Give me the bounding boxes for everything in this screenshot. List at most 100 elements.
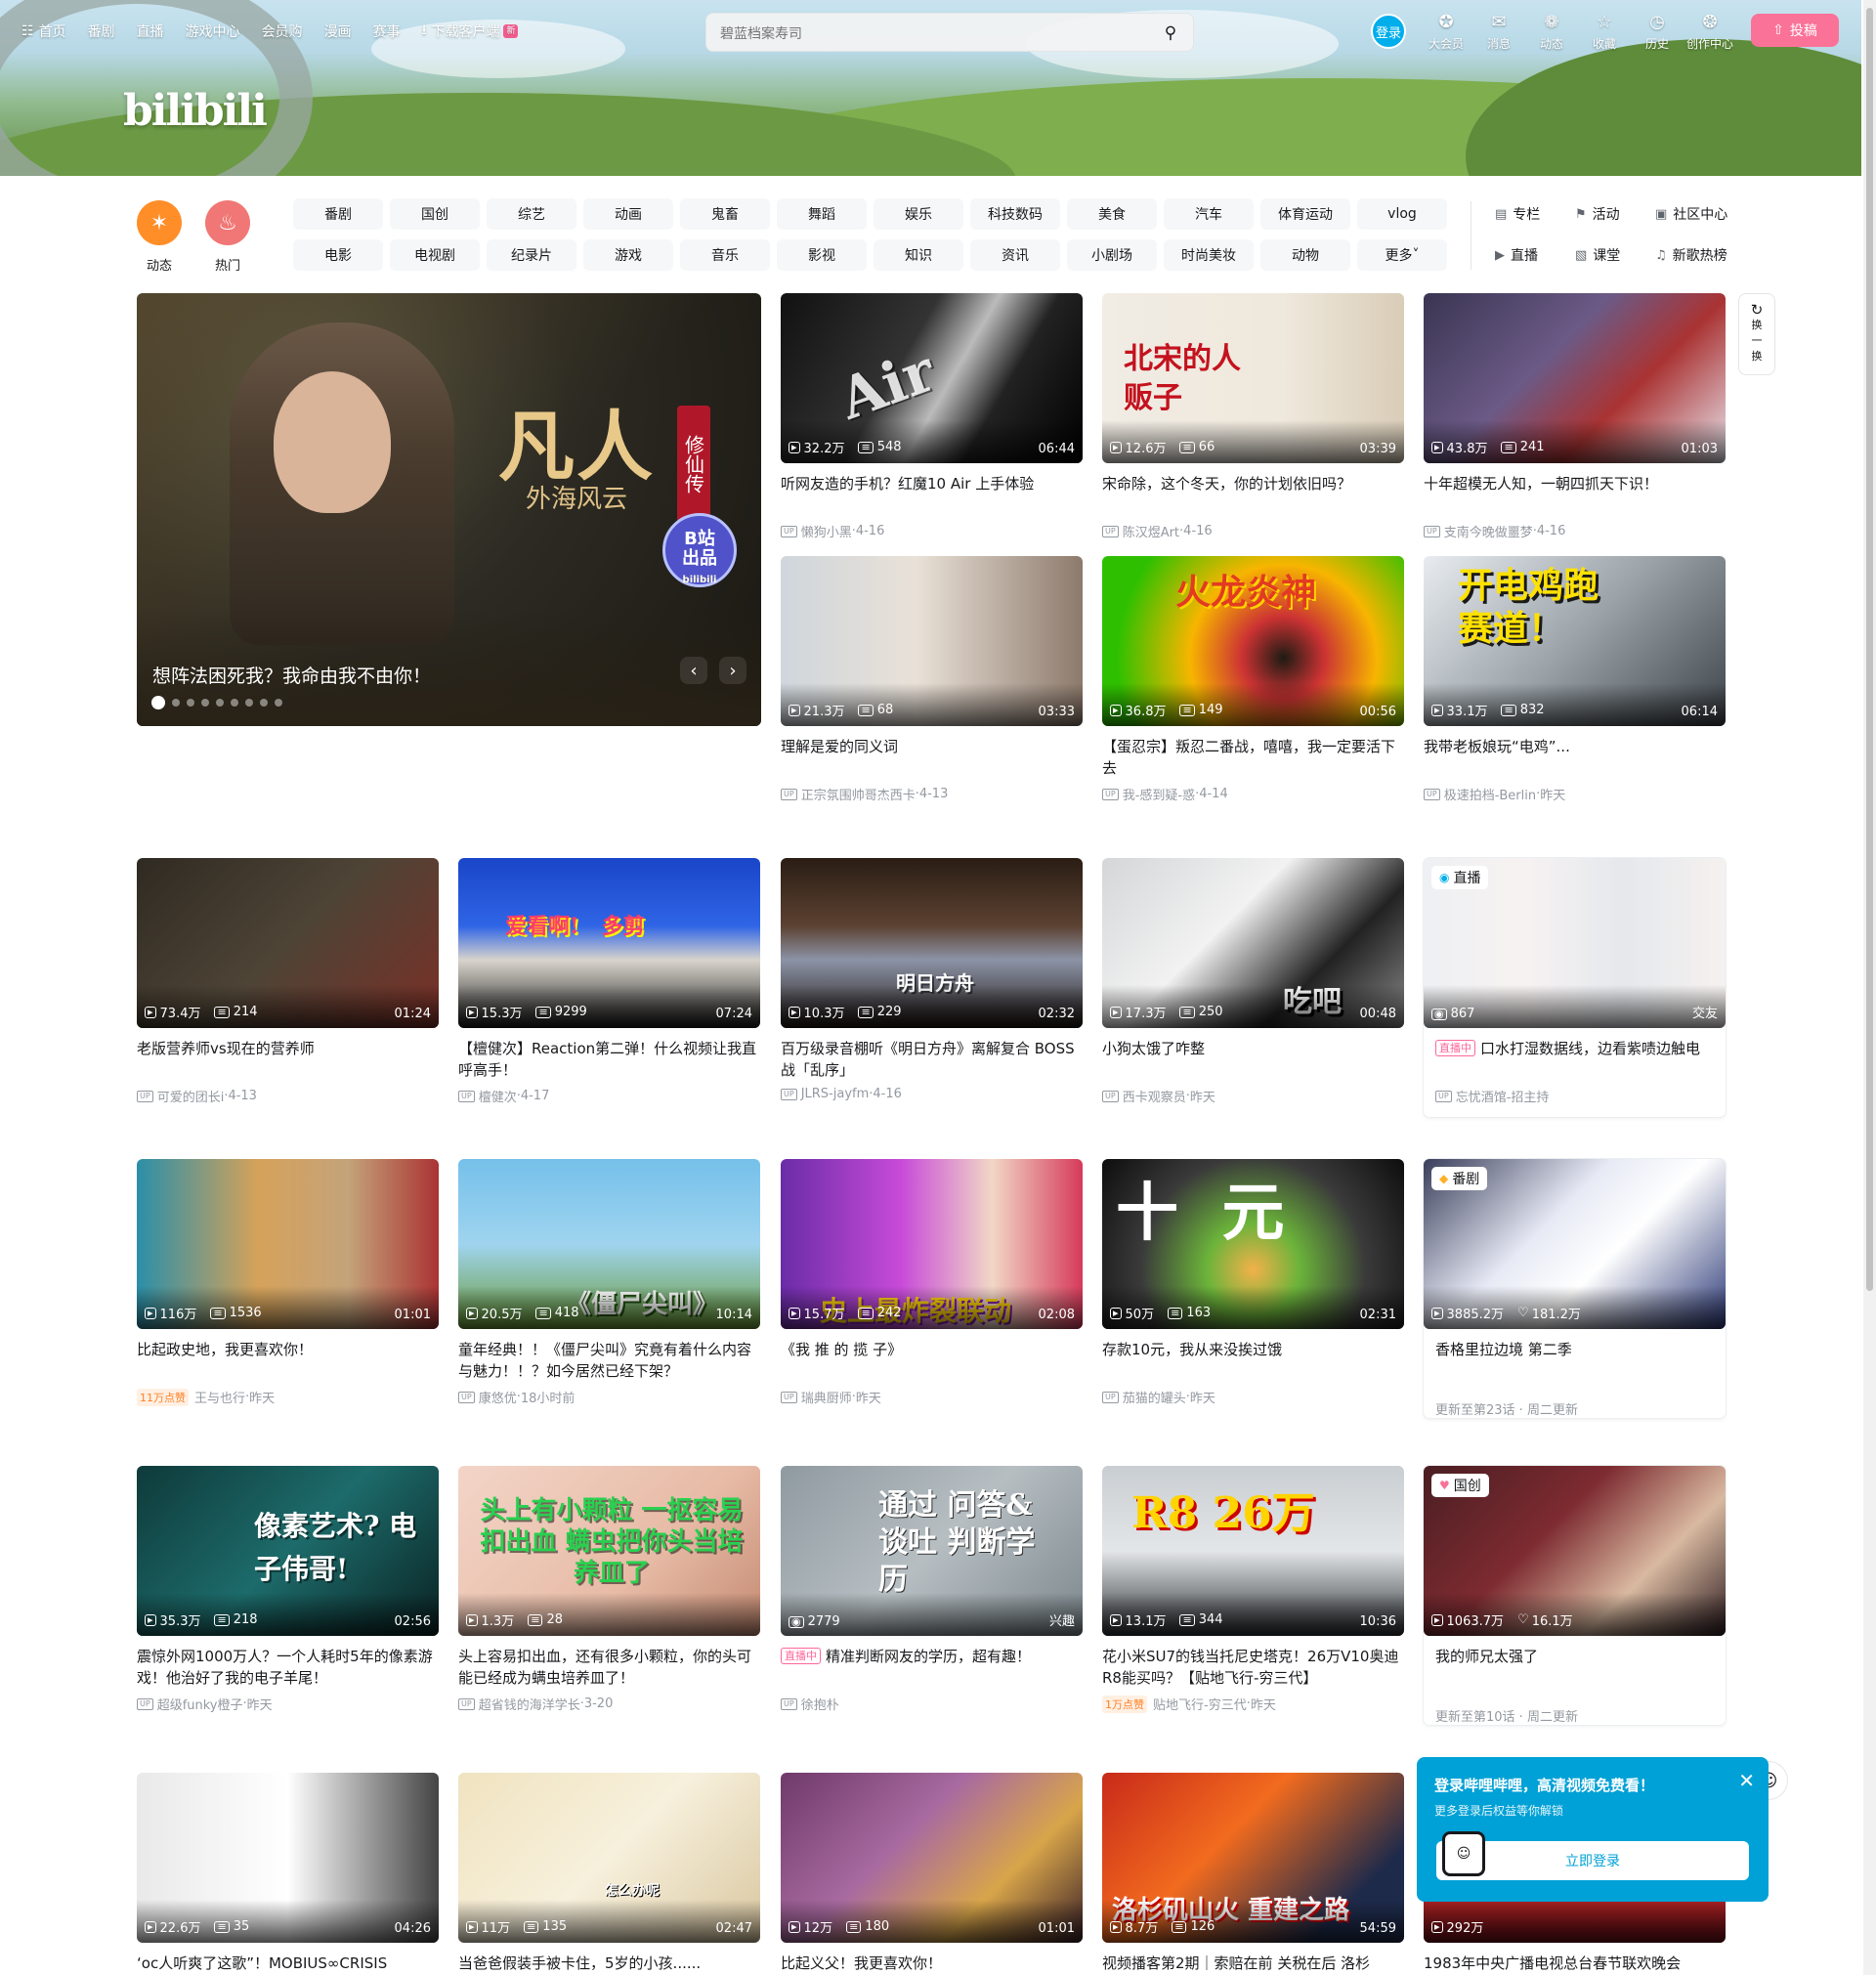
- channel-chip[interactable]: 影视: [777, 239, 867, 271]
- video-title[interactable]: 《我 推 的 揽 子》: [781, 1339, 1083, 1382]
- channel-chip[interactable]: 电视剧: [390, 239, 480, 271]
- video-title[interactable]: 宋命除，这个冬天，你的计划依旧吗？: [1102, 473, 1404, 516]
- channel-chip[interactable]: 知识: [874, 239, 963, 271]
- carousel-dot[interactable]: [216, 699, 224, 707]
- video-card[interactable]: 爱看啊! 多剪 ▸ 15.3万 ≡ 9299 07:24 【檀健次】Reaction第二弹！…: [458, 858, 760, 1105]
- channel-hot[interactable]: ♨ 热门: [205, 200, 250, 274]
- video-card[interactable]: ◉ 直播 ◉ 867 交友 直播中 口水打湿数据线，边看紫啧边触电 UP 忘忧酒馆-招主持: [1424, 858, 1726, 1117]
- video-card[interactable]: ▸ 12万 ≡ 180 01:01 比起义父！我更喜欢你！: [781, 1773, 1083, 1975]
- video-thumbnail[interactable]: ▸ 22.6万 ≡ 35 04:26: [137, 1773, 439, 1943]
- video-thumbnail[interactable]: ▸ 12万 ≡ 180 01:01: [781, 1773, 1083, 1943]
- video-title[interactable]: 童年经典！！《僵尸尖叫》究竟有着什么内容与魅力！！？如今居然已经下架？: [458, 1339, 760, 1382]
- video-title[interactable]: 香格里拉边境 第二季: [1424, 1339, 1726, 1382]
- search-icon[interactable]: ⚲: [1158, 21, 1183, 46]
- rightnav-item-1[interactable]: ✉ 消息: [1472, 12, 1525, 52]
- close-icon[interactable]: ✕: [1738, 1769, 1755, 1792]
- channel-chip[interactable]: 时尚美妆: [1164, 239, 1254, 271]
- video-title[interactable]: 我的师兄太强了: [1424, 1646, 1726, 1689]
- uploader-name[interactable]: 贴地飞行-穷三代: [1153, 1695, 1247, 1713]
- channel-dynamic[interactable]: ✶ 动态: [137, 200, 182, 274]
- channel-chip[interactable]: 国创: [390, 198, 480, 230]
- topnav-item-1[interactable]: 番剧: [88, 21, 115, 41]
- uploader-name[interactable]: 瑞典厨师: [801, 1388, 852, 1406]
- video-thumbnail[interactable]: ◆ 番剧 ▸ 3885.2万 ♡ 181.2万: [1424, 1159, 1726, 1329]
- channel-chip[interactable]: 鬼畜: [680, 198, 770, 230]
- video-title[interactable]: 我带老板娘玩“电鸡”...: [1424, 736, 1726, 779]
- carousel-dot[interactable]: [187, 699, 194, 707]
- channel-chip[interactable]: vlog: [1357, 198, 1447, 230]
- video-thumbnail[interactable]: 北宋的人贩子 ▸ 12.6万 ≡ 66 03:39: [1102, 293, 1404, 463]
- video-card[interactable]: 明日方舟 ▸ 10.3万 ≡ 229 02:32 百万级录音棚听《明日方舟》离解复合 BOS…: [781, 858, 1083, 1101]
- video-title[interactable]: 小狗太饿了咋整: [1102, 1038, 1404, 1081]
- channel-chip[interactable]: 舞蹈: [777, 198, 867, 230]
- video-title[interactable]: 比起义父！我更喜欢你！: [781, 1953, 1083, 1975]
- search-input[interactable]: [720, 21, 1140, 45]
- uploader-name[interactable]: 陈汉煜Art: [1123, 522, 1179, 540]
- video-card[interactable]: 火龙炎神 ▸ 36.8万 ≡ 149 00:56 【蛋忍宗】叛忍二番战，嘻嘻，我一定要活下去…: [1102, 556, 1404, 803]
- video-card[interactable]: Air ▸ 32.2万 ≡ 548 06:44 听网友造的手机？红魔10 Air 上手体验 U…: [781, 293, 1083, 540]
- video-thumbnail[interactable]: 像素艺术? 电子伟哥! ▸ 35.3万 ≡ 218 02:56: [137, 1466, 439, 1636]
- video-thumbnail[interactable]: 头上有小颗粒 一抠容易扣出血 螨虫把你头当培养皿了 ▸ 1.3万 ≡ 28: [458, 1466, 760, 1636]
- video-card[interactable]: 《僵尸尖叫》▸20.5万≡41810:14童年经典！！《僵尸尖叫》究竟有着什么内…: [458, 1159, 760, 1406]
- video-title[interactable]: 理解是爱的同义词: [781, 736, 1083, 779]
- hero-carousel[interactable]: 凡人 外海风云 修仙传 B站 出品 bilibili 想阵法困死我？我命由我不由…: [137, 293, 761, 726]
- channel-chip[interactable]: 音乐: [680, 239, 770, 271]
- video-title[interactable]: 十年超模无人知，一朝四抓天下识！: [1424, 473, 1726, 516]
- topnav-item-2[interactable]: 直播: [137, 21, 164, 41]
- video-thumbnail[interactable]: 通过 问答&谈吐 判断学历 ◉ 2779 兴趣: [781, 1466, 1083, 1636]
- video-card[interactable]: R8 26万 ▸ 13.1万 ≡ 344 10:36 花小米SU7的钱当托尼史塔克！26万V…: [1102, 1466, 1404, 1713]
- carousel-dot[interactable]: [245, 699, 253, 707]
- video-card[interactable]: 像素艺术? 电子伟哥! ▸ 35.3万 ≡ 218 02:56 震惊外网1000万人？一个人…: [137, 1466, 439, 1713]
- video-title[interactable]: ‘oc人听爽了这歌”！MOBIUS∞CRISIS: [137, 1953, 439, 1975]
- video-title[interactable]: 存款10元，我从来没挨过饿: [1102, 1339, 1404, 1382]
- uploader-name[interactable]: 檀健次: [479, 1087, 517, 1105]
- carousel-dot[interactable]: [172, 699, 180, 707]
- video-thumbnail[interactable]: 火龙炎神 ▸ 36.8万 ≡ 149 00:56: [1102, 556, 1404, 726]
- video-card[interactable]: 十 元 ▸ 50万 ≡ 163 02:31 存款10元，我从来没挨过饿 UP 茄猫的罐头 · 昨…: [1102, 1159, 1404, 1406]
- video-thumbnail[interactable]: 史上最炸裂联动▸15.7万≡24202:08: [781, 1159, 1083, 1329]
- uploader-name[interactable]: 忘忧酒馆-招主持: [1456, 1087, 1550, 1105]
- rightnav-item-4[interactable]: ◷ 历史: [1631, 12, 1684, 52]
- channel-chip[interactable]: 美食: [1067, 198, 1157, 230]
- video-thumbnail[interactable]: 怎么办呢 ▸ 11万 ≡ 135 02:47: [458, 1773, 760, 1943]
- video-thumbnail[interactable]: ▸ 21.3万 ≡ 68 03:33: [781, 556, 1083, 726]
- video-title[interactable]: 1983年中央广播电视总台春节联欢晚会: [1424, 1953, 1726, 1975]
- channel-chip[interactable]: 动画: [583, 198, 673, 230]
- topnav-item-7[interactable]: ⭳ 下载客户端新: [422, 20, 519, 43]
- rightnav-item-2[interactable]: ❁ 动态: [1525, 12, 1578, 52]
- video-title[interactable]: 【檀健次】Reaction第二弹！什么视频让我直呼高手！: [458, 1038, 760, 1081]
- video-thumbnail[interactable]: 十 元 ▸ 50万 ≡ 163 02:31: [1102, 1159, 1404, 1329]
- video-thumbnail[interactable]: ♥ 国创 ▸ 1063.7万 ♡ 16.1万: [1424, 1466, 1726, 1636]
- video-card[interactable]: ▸ 73.4万 ≡ 214 01:24 老版营养师vs现在的营养师 UP 可爱的团长i · 4…: [137, 858, 439, 1105]
- uploader-name[interactable]: 支南今晚做噩梦: [1444, 522, 1533, 540]
- video-card[interactable]: ▸ 116万 ≡ 1536 01:01 比起政史地，我更喜欢你！ 11万点赞 王与也行 · 昨…: [137, 1159, 439, 1406]
- carousel-dot[interactable]: [231, 699, 238, 707]
- uploader-name[interactable]: 懒狗小黑: [801, 522, 852, 540]
- channel-chip[interactable]: 电影: [293, 239, 383, 271]
- video-card[interactable]: ◆ 番剧 ▸ 3885.2万 ♡ 181.2万 香格里拉边境 第二季 更新至第23话 · 周…: [1424, 1159, 1726, 1418]
- upload-button[interactable]: ⇧ 投稿: [1751, 14, 1839, 47]
- uploader-name[interactable]: JLRS-jayfm: [801, 1087, 870, 1101]
- video-title[interactable]: 【蛋忍宗】叛忍二番战，嘻嘻，我一定要活下去: [1102, 736, 1404, 779]
- video-title[interactable]: 当爸爸假装手被卡住，5岁的小孩......: [458, 1953, 760, 1975]
- video-card[interactable]: 通过 问答&谈吐 判断学历 ◉ 2779 兴趣 直播中 精准判断网友的学历，超有趣！ UP 徐…: [781, 1466, 1083, 1713]
- video-card[interactable]: ▸ 22.6万 ≡ 35 04:26 ‘oc人听爽了这歌”！MOBIUS∞CRISIS: [137, 1773, 439, 1975]
- topnav-item-5[interactable]: 漫画: [324, 21, 352, 41]
- channel-chip[interactable]: 动物: [1260, 239, 1350, 271]
- video-title[interactable]: 花小米SU7的钱当托尼史塔克！26万V10奥迪R8能买吗？【贴地飞行-穷三代】: [1102, 1646, 1404, 1689]
- video-title[interactable]: 头上容易扣出血，还有很多小颗粒，你的头可能已经成为螨虫培养皿了！: [458, 1646, 760, 1689]
- video-thumbnail[interactable]: 开电鸡跑赛道！ ▸ 33.1万 ≡ 832 06:14: [1424, 556, 1726, 726]
- video-card[interactable]: 吃吧▸17.3万≡25000:48小狗太饿了咋整UP西卡观察员 · 昨天: [1102, 858, 1404, 1105]
- rightnav-item-0[interactable]: ✪ 大会员: [1420, 12, 1472, 52]
- uploader-name[interactable]: 极速拍档-Berlin: [1444, 785, 1536, 803]
- video-card[interactable]: ▸ 43.8万 ≡ 241 01:03 十年超模无人知，一朝四抓天下识！ UP 支南今晚做噩梦…: [1424, 293, 1726, 540]
- uploader-name[interactable]: 茄猫的罐头: [1123, 1388, 1186, 1406]
- video-card[interactable]: 史上最炸裂联动▸15.7万≡24202:08《我 推 的 揽 子》UP瑞典厨师 …: [781, 1159, 1083, 1406]
- channel-chip[interactable]: 游戏: [583, 239, 673, 271]
- video-title[interactable]: 老版营养师vs现在的营养师: [137, 1038, 439, 1081]
- scrollbar[interactable]: [1863, 0, 1876, 1975]
- video-thumbnail[interactable]: Air ▸ 32.2万 ≡ 548 06:44: [781, 293, 1083, 463]
- carousel-dot[interactable]: [201, 699, 209, 707]
- video-card[interactable]: ♥ 国创 ▸ 1063.7万 ♡ 16.1万 我的师兄太强了 更新至第10话 · 周二更新: [1424, 1466, 1726, 1725]
- carousel-dot[interactable]: [275, 699, 282, 707]
